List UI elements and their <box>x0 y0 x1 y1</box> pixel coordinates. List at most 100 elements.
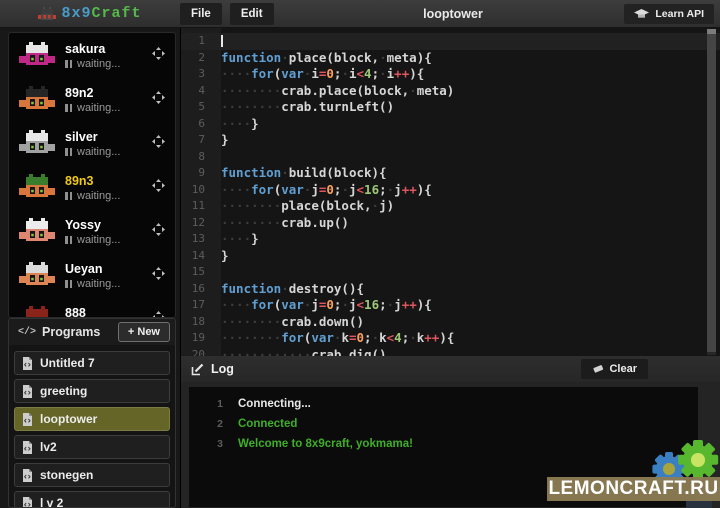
code-text: } <box>214 248 229 265</box>
document-title: looptower <box>282 7 625 21</box>
move-crosshair-icon[interactable] <box>152 223 165 236</box>
code-text: ········crab.up() <box>214 215 349 232</box>
line-number: 17 <box>181 297 214 314</box>
line-number: 9 <box>181 165 214 182</box>
pause-icon <box>65 236 72 244</box>
clear-log-label: Clear <box>609 363 637 375</box>
code-tag-icon: </> <box>18 327 36 338</box>
line-number: 13 <box>181 231 214 248</box>
text-cursor <box>221 35 223 47</box>
line-number: 7 <box>181 132 214 149</box>
program-list-item[interactable]: lv2 <box>14 435 170 459</box>
clear-log-button[interactable]: Clear <box>581 359 648 379</box>
robot-name: Yossy <box>65 218 120 232</box>
log-entry-number: 1 <box>189 394 223 414</box>
program-list-item[interactable]: l v 2 <box>14 491 170 508</box>
programs-header: </> Programs + New <box>9 319 175 345</box>
code-line: 8 <box>181 149 720 166</box>
robot-status-text: waiting... <box>77 190 120 202</box>
robot-list-item[interactable]: silver waiting... <box>9 122 175 166</box>
line-number: 14 <box>181 248 214 265</box>
code-line: 17 ····for(var·j=0;·j<16;·j++){ <box>181 297 720 314</box>
compose-icon <box>191 363 204 376</box>
move-crosshair-icon[interactable] <box>152 311 165 318</box>
robot-status: waiting... <box>65 102 120 114</box>
robot-avatar-icon <box>18 218 56 246</box>
code-text: ····} <box>214 116 259 133</box>
robot-status-text: waiting... <box>77 102 120 114</box>
robot-avatar-icon <box>18 130 56 158</box>
code-line: 3 ····for(var·i=0;·i<4;·i++){ <box>181 66 720 83</box>
eraser-icon <box>592 365 604 374</box>
code-line: 12 ········crab.up() <box>181 215 720 232</box>
code-line: 20 ············crab.dig() <box>181 347 720 357</box>
code-text <box>214 149 221 166</box>
line-number: 3 <box>181 66 214 83</box>
programs-panel: </> Programs + New Untitled 7 greeting l… <box>8 318 176 508</box>
robot-list-item[interactable]: 89n3 waiting... <box>9 166 175 210</box>
app-logo: 8x9Craft <box>0 5 180 22</box>
learn-api-button[interactable]: Learn API <box>624 4 714 24</box>
log-entry: 3 Welcome to 8x9craft, yokmama! <box>189 434 698 454</box>
code-line: 13 ····} <box>181 231 720 248</box>
program-list-item[interactable]: stonegen <box>14 463 170 487</box>
robot-list-item[interactable]: Ueyan waiting... <box>9 254 175 298</box>
line-number: 10 <box>181 182 214 199</box>
code-text: ········crab.turnLeft() <box>214 99 394 116</box>
code-line: 2 function·place(block,·meta){ <box>181 50 720 67</box>
robot-status: waiting... <box>65 58 120 70</box>
line-number: 6 <box>181 116 214 133</box>
edit-menu-button[interactable]: Edit <box>230 3 274 25</box>
robot-status-text: waiting... <box>77 234 120 246</box>
file-menu-button[interactable]: File <box>180 3 222 25</box>
move-crosshair-icon[interactable] <box>152 267 165 280</box>
robot-list-item[interactable]: Yossy waiting... <box>9 210 175 254</box>
log-title: Log <box>211 362 581 376</box>
code-line: 15 <box>181 264 720 281</box>
robot-avatar-icon <box>18 86 56 114</box>
code-text: ········crab.down() <box>214 314 364 331</box>
program-file-icon <box>22 441 33 454</box>
move-crosshair-icon[interactable] <box>152 135 165 148</box>
robot-name: Ueyan <box>65 262 120 276</box>
robot-status: waiting... <box>65 278 120 290</box>
move-crosshair-icon[interactable] <box>152 47 165 60</box>
log-entry-text: Connecting... <box>238 394 311 414</box>
code-editor[interactable]: 1 2 function·place(block,·meta){ 3 ····f… <box>180 28 720 356</box>
log-entry: 2 Connected <box>189 414 698 434</box>
robot-status-text: waiting... <box>77 146 120 158</box>
code-line: 11 ········place(block,·j) <box>181 198 720 215</box>
line-number: 1 <box>181 33 214 50</box>
line-number: 2 <box>181 50 214 67</box>
robot-list-item[interactable]: sakura waiting... <box>9 34 175 78</box>
code-text: ····for(var·j=0;·j<16;·j++){ <box>214 182 432 199</box>
app-window: 8x9Craft File Edit looptower Learn API s… <box>0 0 720 508</box>
editor-scrollbar[interactable] <box>707 29 716 355</box>
pause-icon <box>65 60 72 68</box>
move-crosshair-icon[interactable] <box>152 91 165 104</box>
line-number: 19 <box>181 330 214 347</box>
robot-avatar-icon <box>18 306 56 318</box>
code-text <box>214 264 221 281</box>
logo-robot-icon <box>38 7 57 21</box>
line-number: 20 <box>181 347 214 357</box>
logo-text: 8x9Craft <box>61 5 141 22</box>
program-list-item[interactable]: Untitled 7 <box>14 351 170 375</box>
program-list-item[interactable]: looptower <box>14 407 170 431</box>
robot-list-item[interactable]: 888 waiting... <box>9 298 175 318</box>
program-file-icon <box>22 413 33 426</box>
code-text: ············crab.dig() <box>214 347 387 357</box>
robot-list-item[interactable]: 89n2 waiting... <box>9 78 175 122</box>
move-crosshair-icon[interactable] <box>152 179 165 192</box>
scrollbar-thumb[interactable] <box>707 29 716 352</box>
code-line: 18 ········crab.down() <box>181 314 720 331</box>
code-text: ········for(var·k=0;·k<4;·k++){ <box>214 330 454 347</box>
new-program-button[interactable]: + New <box>118 322 170 342</box>
program-file-icon <box>22 385 33 398</box>
gear-green-icon <box>678 440 718 480</box>
top-bar: 8x9Craft File Edit looptower Learn API <box>0 0 720 28</box>
code-text: ········place(block,·j) <box>214 198 394 215</box>
line-number: 11 <box>181 198 214 215</box>
code-line: 1 <box>181 33 720 50</box>
program-list-item[interactable]: greeting <box>14 379 170 403</box>
